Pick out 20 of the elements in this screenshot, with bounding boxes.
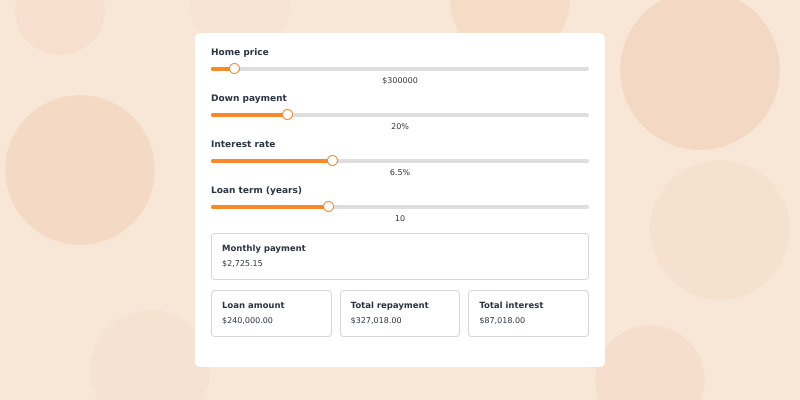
- result-value: $240,000.00: [222, 316, 274, 325]
- slider-thumb[interactable]: [327, 155, 338, 166]
- slider-label: Down payment: [211, 93, 288, 105]
- slider-value: 20%: [391, 122, 409, 131]
- slider-label: Interest rate: [211, 139, 276, 151]
- slider-value: $300000: [382, 76, 418, 85]
- slider-thumb[interactable]: [282, 109, 294, 120]
- slider-label: Loan term (years): [211, 185, 303, 197]
- result-label: Total repayment: [350, 301, 430, 311]
- slider-value: 10: [394, 214, 406, 223]
- result-label: Monthly payment: [222, 244, 307, 254]
- result-value: $2,725.15: [222, 259, 264, 268]
- slider-value: 6.5%: [390, 168, 410, 177]
- result-label: Loan amount: [222, 301, 286, 311]
- result-value: $327,018.00: [350, 316, 403, 325]
- slider-label: Home price: [211, 47, 270, 59]
- result-label: Total interest: [479, 301, 544, 311]
- slider-thumb[interactable]: [322, 201, 334, 212]
- slider-thumb[interactable]: [228, 63, 240, 74]
- result-value: $87,018.00: [479, 316, 526, 325]
